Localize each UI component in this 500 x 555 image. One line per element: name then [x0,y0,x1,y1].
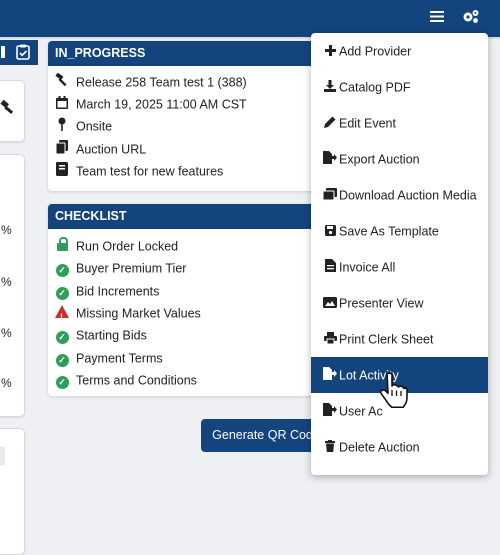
calendar-icon [54,95,70,115]
auction-url-row[interactable]: Auction URL [54,139,146,159]
checklist-item-label: Run Order Locked [76,239,179,254]
check-circle-icon: ✓ [54,371,70,391]
menu-item-save-template[interactable]: Save As Template [311,213,488,249]
auction-location: Onsite [76,119,113,134]
checklist-item: ✓ Starting Bids [54,325,147,345]
auction-status-card: IN_PROGRESS Release 258 Team test 1 (388… [48,41,328,191]
copy-icon[interactable] [54,139,70,160]
menu-item-delete-auction[interactable]: Delete Auction [311,429,488,465]
status-heading: IN_PROGRESS [48,41,328,66]
checklist-item-label: Starting Bids [76,328,147,343]
image-icon [321,286,339,322]
auction-name-row: Release 258 Team test 1 (388) [54,72,247,92]
checklist-item: ✓ Terms and Conditions [54,370,197,390]
lock-icon [54,236,70,257]
percent-label: % [1,326,12,340]
checklist-item: ✓ Buyer Premium Tier [54,258,186,278]
hamburger-icon[interactable] [430,10,444,26]
auction-name: Release 258 Team test 1 (388) [76,75,247,90]
book-icon [54,161,70,182]
menu-item-invoice-all[interactable]: Invoice All [311,249,488,285]
checklist-item: ✓ Payment Terms [54,348,163,368]
auction-description: Team test for new features [76,164,224,179]
auction-description-row: Team test for new features [54,161,223,181]
left-tools-card [0,80,25,142]
auction-date-row: March 19, 2025 11:00 AM CST [54,94,247,114]
checklist-item-label: Buyer Premium Tier [76,261,187,276]
invoice-icon [321,250,339,286]
plus-icon [321,34,339,70]
hand-pointer-cursor [378,372,408,411]
trash-icon [321,430,339,466]
auction-location-row: Onsite [54,116,112,136]
file-export-icon [321,142,339,178]
clipboard-check-icon[interactable] [16,44,30,63]
menu-item-download-media[interactable]: Download Auction Media [311,177,488,213]
percent-label: % [1,376,12,390]
hammer-icon [54,72,70,93]
auction-date: March 19, 2025 11:00 AM CST [76,97,247,112]
menu-item-print-clerk-sheet[interactable]: Print Clerk Sheet [311,321,488,357]
menu-item-add-provider[interactable]: Add Provider [311,33,488,69]
auction-url-link[interactable]: Auction URL [76,143,146,157]
left-bottom-field [0,447,5,465]
menu-item-catalog-pdf[interactable]: Catalog PDF [311,69,488,105]
menu-item-presenter-view[interactable]: Presenter View [311,285,488,321]
checklist-item-label: Terms and Conditions [76,373,197,388]
checklist-item: ✓ Bid Increments [54,281,159,301]
images-icon [321,178,339,214]
edit-icon[interactable] [0,45,8,62]
checklist-item: Run Order Locked [54,236,178,256]
percent-label: % [1,275,12,289]
gavel-icon [0,99,15,118]
checklist-heading: CHECKLIST [48,204,328,229]
checklist-card: CHECKLIST Run Order Locked ✓ Buyer Premiu… [48,204,328,396]
check-circle-icon: ✓ [54,349,70,369]
file-export-icon [321,394,339,430]
top-navbar [0,0,500,37]
left-stats-card: % % % % [0,154,25,417]
check-circle-icon: ✓ [54,259,70,279]
gears-icon[interactable] [462,9,480,27]
check-circle-icon: ✓ [54,326,70,346]
menu-item-export-auction[interactable]: Export Auction [311,141,488,177]
checklist-item-label: Missing Market Values [76,306,201,321]
map-pin-icon [54,117,70,137]
checklist-item: Missing Market Values [54,303,201,327]
left-bottom-card [0,428,25,555]
download-icon [321,70,339,106]
warning-icon [54,304,70,327]
checklist-item-label: Bid Increments [76,284,160,299]
print-icon [321,322,339,358]
menu-item-edit-event[interactable]: Edit Event [311,105,488,141]
save-icon [321,214,339,250]
pencil-icon [321,106,339,142]
file-export-icon [321,358,339,394]
checklist-item-label: Payment Terms [76,351,163,366]
percent-label: % [1,223,12,237]
left-panel-header [0,40,38,65]
check-circle-icon: ✓ [54,282,70,302]
